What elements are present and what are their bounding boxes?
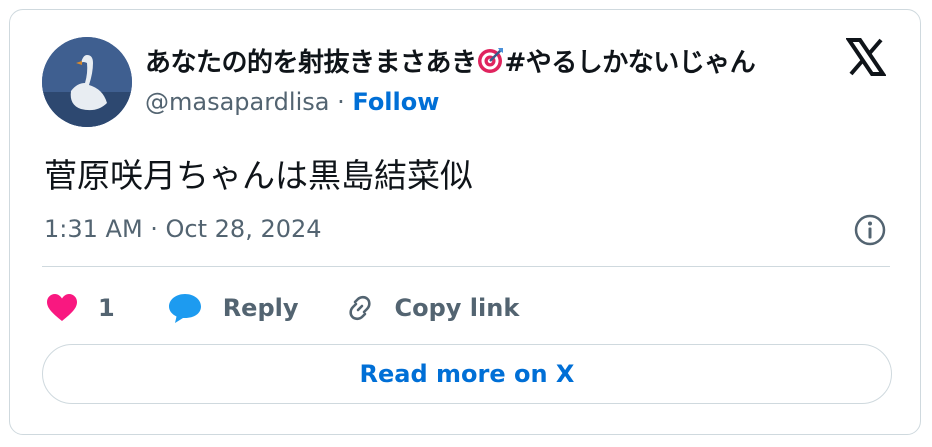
reply-button[interactable]: Reply bbox=[167, 292, 343, 324]
display-name-suffix: #やるしかないじゃん bbox=[504, 48, 756, 78]
x-logo-icon[interactable] bbox=[845, 37, 887, 77]
swan-avatar[interactable] bbox=[42, 37, 132, 127]
link-icon bbox=[343, 291, 377, 325]
tweet-text: 菅原咲月ちゃんは黒島結菜似 bbox=[44, 156, 473, 195]
copy-link-label: Copy link bbox=[394, 294, 520, 322]
read-more-label: Read more on X bbox=[359, 360, 575, 388]
handle-line: @masapardlisa · Follow bbox=[145, 88, 439, 116]
tweet-card: あなたの的を射抜きまさあき #やるしかないじゃん @masapardlisa ·… bbox=[9, 9, 921, 435]
reply-bubble-icon bbox=[167, 292, 203, 324]
follow-link[interactable]: Follow bbox=[352, 88, 439, 116]
author-handle[interactable]: @masapardlisa bbox=[145, 88, 329, 116]
reply-label: Reply bbox=[222, 294, 299, 322]
like-button[interactable]: 1 bbox=[46, 293, 167, 323]
like-count: 1 bbox=[98, 294, 115, 322]
tweet-timestamp[interactable]: 1:31 AM · Oct 28, 2024 bbox=[44, 215, 322, 243]
info-icon[interactable] bbox=[853, 213, 887, 247]
copy-link-button[interactable]: Copy link bbox=[343, 291, 520, 325]
read-more-button[interactable]: Read more on X bbox=[42, 344, 892, 404]
display-name-text: あなたの的を射抜きまさあき bbox=[145, 48, 477, 78]
target-emoji-icon bbox=[477, 46, 505, 81]
divider bbox=[42, 266, 890, 267]
heart-icon bbox=[46, 293, 78, 323]
author-display-name[interactable]: あなたの的を射抜きまさあき #やるしかないじゃん bbox=[145, 42, 756, 81]
action-bar: 1 Reply Copy link bbox=[46, 288, 519, 328]
handle-separator: · bbox=[337, 88, 345, 116]
